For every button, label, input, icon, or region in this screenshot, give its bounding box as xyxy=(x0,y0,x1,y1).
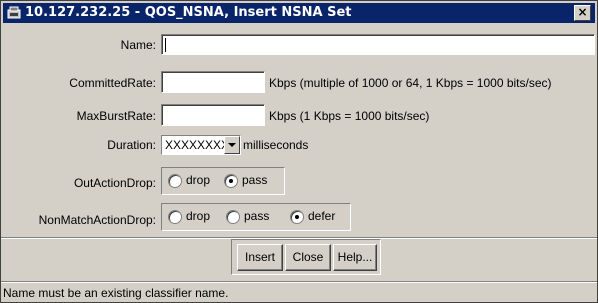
radio-label: pass xyxy=(242,173,268,187)
insert-button[interactable]: Insert xyxy=(237,244,283,271)
radio-checked-icon xyxy=(290,210,304,224)
radio-label: pass xyxy=(244,209,270,223)
radio-checked-icon xyxy=(224,174,238,188)
out-action-drop-group: drop pass xyxy=(161,167,285,195)
duration-value: XXXXXXXX xyxy=(165,138,230,152)
max-burst-rate-input[interactable] xyxy=(161,104,265,126)
radio-label: drop xyxy=(186,173,211,187)
dialog-window: 10.127.232.25 - QOS_NSNA, Insert NSNA Se… xyxy=(0,0,598,303)
duration-dropdown-button[interactable] xyxy=(224,136,240,154)
status-separator xyxy=(1,281,597,283)
max-burst-rate-label: MaxBurstRate: xyxy=(76,109,156,123)
committed-rate-input[interactable] xyxy=(161,71,265,93)
non-match-action-drop-label: NonMatchActionDrop: xyxy=(38,213,156,227)
duration-select[interactable]: XXXXXXXX xyxy=(161,135,241,155)
name-label: Name: xyxy=(120,38,156,52)
radio-label: defer xyxy=(308,209,336,223)
window-title: 10.127.232.25 - QOS_NSNA, Insert NSNA Se… xyxy=(25,5,352,20)
app-window-icon xyxy=(7,6,21,19)
radio-unchecked-icon xyxy=(168,174,182,188)
status-message: Name must be an existing classifier name… xyxy=(3,286,229,300)
close-window-button[interactable]: × xyxy=(574,5,591,21)
max-burst-rate-unit: Kbps (1 Kbps = 1000 bits/sec) xyxy=(269,109,430,123)
non-match-action-drop-group: drop pass defer xyxy=(161,203,351,231)
radio-label: drop xyxy=(186,209,211,223)
name-input[interactable] xyxy=(161,34,595,55)
radio-unchecked-icon xyxy=(226,210,240,224)
committed-rate-unit: Kbps (multiple of 1000 or 64, 1 Kbps = 1… xyxy=(269,76,552,90)
text-caret xyxy=(165,38,166,52)
committed-rate-label: CommittedRate: xyxy=(69,76,156,90)
duration-unit: milliseconds xyxy=(243,138,309,152)
chevron-down-icon xyxy=(228,143,236,147)
duration-label: Duration: xyxy=(107,138,156,152)
close-icon: × xyxy=(577,5,588,19)
out-action-drop-label: OutActionDrop: xyxy=(73,176,156,190)
help-button[interactable]: Help... xyxy=(333,244,377,271)
radio-unchecked-icon xyxy=(168,210,182,224)
close-button[interactable]: Close xyxy=(285,244,331,271)
title-bar[interactable]: 10.127.232.25 - QOS_NSNA, Insert NSNA Se… xyxy=(3,3,595,23)
